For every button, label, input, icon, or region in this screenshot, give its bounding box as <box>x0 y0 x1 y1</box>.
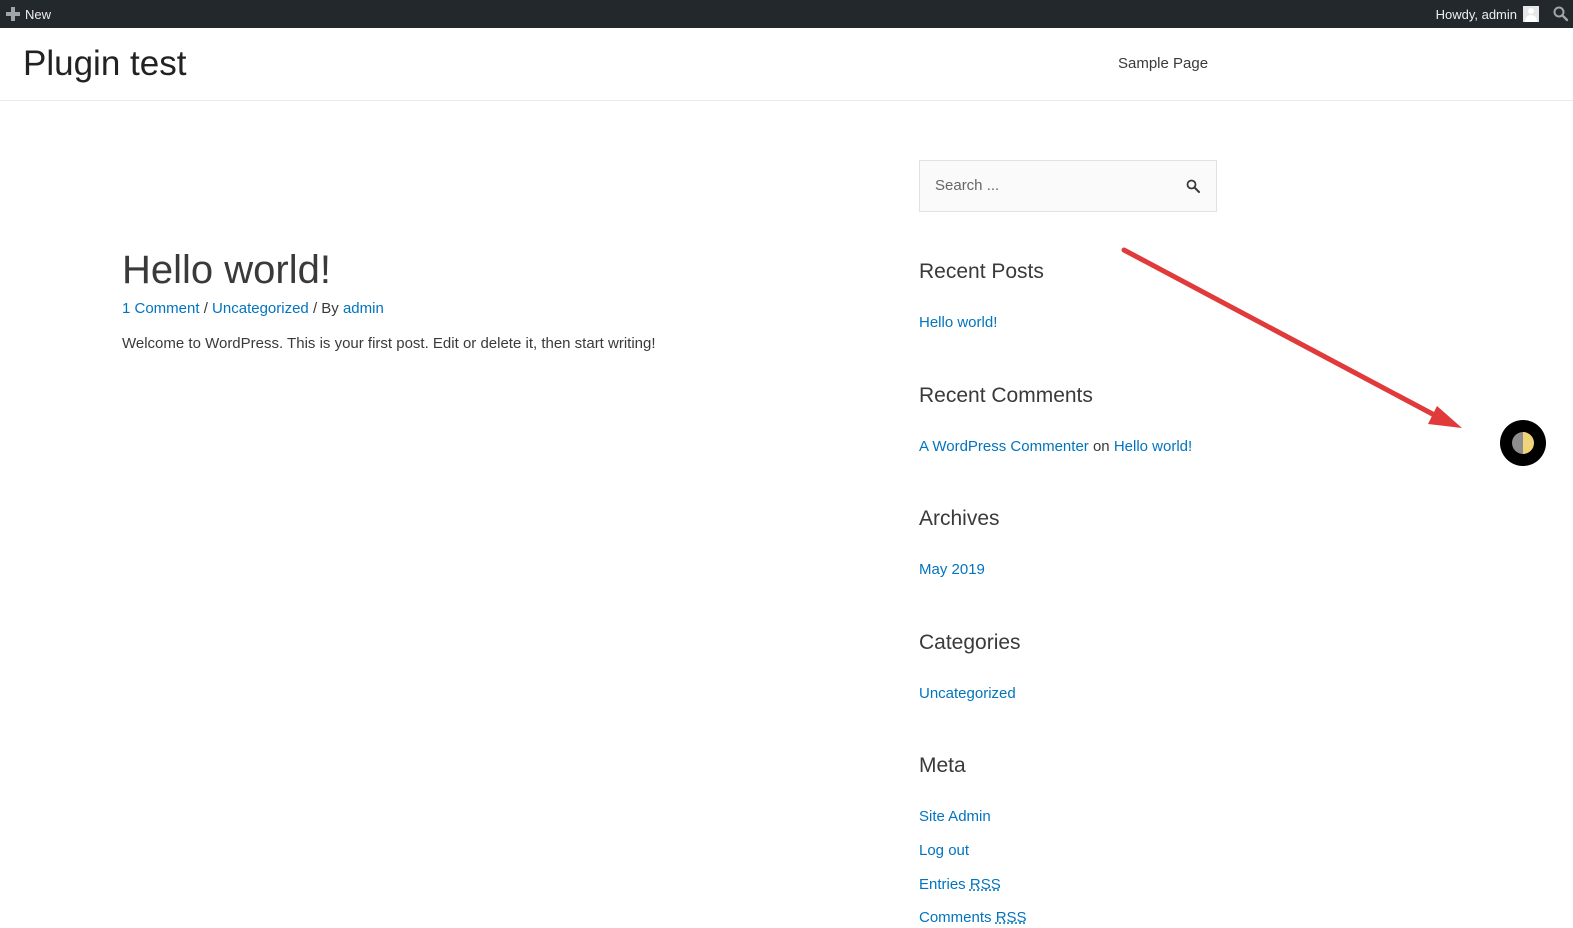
annotation-arrow <box>1121 247 1462 428</box>
post-excerpt: Welcome to WordPress. This is your first… <box>122 335 656 352</box>
recent-comment-item: A WordPress Commenter on Hello world! <box>919 438 1192 455</box>
comments-rss-abbr: RSS <box>995 909 1027 926</box>
comments-link[interactable]: 1 Comment <box>122 300 200 317</box>
site-title[interactable]: Plugin test <box>23 44 186 84</box>
entries-label: Entries <box>919 876 970 893</box>
meta-by: / By <box>308 300 343 317</box>
dark-mode-toggle-button[interactable] <box>1500 420 1546 466</box>
comment-author-link[interactable]: A WordPress Commenter <box>919 438 1089 455</box>
admin-search-icon[interactable] <box>1553 0 1573 28</box>
log-out-link[interactable]: Log out <box>919 842 969 859</box>
comment-on-text: on <box>1088 438 1114 455</box>
category-link[interactable]: Uncategorized <box>212 300 309 317</box>
recent-post-link[interactable]: Hello world! <box>919 314 997 331</box>
recent-comments-title: Recent Comments <box>919 384 1093 407</box>
site-header: Plugin test Sample Page <box>0 28 1573 101</box>
nav-sample-page[interactable]: Sample Page <box>1118 55 1208 72</box>
archive-link[interactable]: May 2019 <box>919 561 985 578</box>
author-link[interactable]: admin <box>343 300 384 317</box>
comments-label: Comments <box>919 909 996 926</box>
new-content-menu[interactable]: New <box>6 0 51 28</box>
comments-rss-link[interactable]: Comments RSS <box>919 909 1027 926</box>
admin-bar: New Howdy, admin <box>0 0 1573 28</box>
archives-title: Archives <box>919 507 1000 530</box>
post: Hello world! 1 Comment / Uncategorized /… <box>122 246 822 352</box>
comment-post-link[interactable]: Hello world! <box>1114 438 1192 455</box>
plus-icon <box>6 7 20 21</box>
category-widget-link[interactable]: Uncategorized <box>919 685 1016 702</box>
entries-rss-abbr: RSS <box>969 876 1001 893</box>
new-label: New <box>25 6 52 22</box>
search-icon[interactable] <box>1186 179 1202 195</box>
meta-title: Meta <box>919 754 966 777</box>
post-meta: 1 Comment / Uncategorized / By admin <box>122 300 822 317</box>
recent-posts-title: Recent Posts <box>919 260 1044 283</box>
search-input[interactable] <box>935 177 1165 194</box>
site-admin-link[interactable]: Site Admin <box>919 808 991 825</box>
entries-rss-link[interactable]: Entries RSS <box>919 876 1001 893</box>
search-form <box>919 160 1217 212</box>
avatar[interactable] <box>1523 6 1539 22</box>
categories-title: Categories <box>919 631 1021 654</box>
post-title[interactable]: Hello world! <box>122 246 822 294</box>
contrast-icon <box>1512 432 1534 454</box>
howdy-user-menu[interactable]: Howdy, admin <box>1436 7 1517 22</box>
meta-separator: / <box>199 300 213 317</box>
